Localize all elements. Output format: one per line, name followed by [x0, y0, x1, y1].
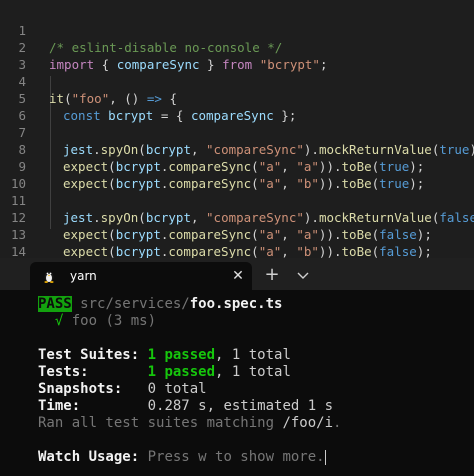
watch-usage-line[interactable]: Watch Usage: Press w to show more. [38, 449, 326, 466]
test-path-dir: src/services/ [80, 296, 190, 312]
code-line-1: 1 /* eslint-disable no-console */ [0, 5, 474, 55]
chevron-down-icon[interactable] [294, 266, 312, 284]
tests-label: Tests: [38, 364, 89, 380]
ran-text: Ran all test suites matching [38, 415, 283, 431]
watch-label: Watch Usage: [38, 449, 140, 465]
snapshots-value: 0 total [147, 381, 207, 397]
terminal-titlebar: yarn ✕ + [0, 258, 474, 290]
new-tab-button[interactable]: + [262, 265, 282, 285]
suites-passed: 1 passed [147, 347, 216, 363]
code-line-13: 13 expect(bcrypt.compareSync("a", "b")).… [0, 209, 474, 258]
snapshots-label: Snapshots: [38, 381, 123, 397]
code-line-4: 4 it("foo", () => { [0, 56, 474, 106]
summary-tests: Tests: 1 passed, 1 total [38, 364, 291, 381]
tests-total: , 1 total [215, 364, 291, 380]
summary-snapshots: Snapshots: 0 total [38, 381, 207, 398]
code-line-2: 2 import { compareSync } from "bcrypt"; [0, 22, 474, 72]
summary-suites: Test Suites: 1 passed, 1 total [38, 347, 291, 364]
code-line-12: 12 expect(bcrypt.compareSync("a", "a")).… [0, 192, 474, 242]
suites-total: , 1 total [215, 347, 291, 363]
time-label: Time: [38, 398, 81, 414]
tests-passed: 1 passed [147, 364, 216, 380]
ran-end: . [333, 415, 342, 431]
tab-title: yarn [70, 269, 97, 283]
test-result-header: PASS src/services/foo.spec.ts [38, 296, 282, 313]
code-line-6: 6 [0, 90, 474, 123]
tab-yarn[interactable]: yarn ✕ [30, 262, 252, 290]
code-line-15: 15 [0, 243, 474, 258]
summary-time: Time: 0.287 s, estimated 1 s [38, 398, 333, 415]
code-line-5: 5 const bcrypt = { compareSync }; [0, 73, 474, 123]
ran-pattern: /foo/i [282, 415, 334, 431]
suites-label: Test Suites: [38, 347, 140, 363]
time-value: 0.287 s, estimated 1 s [147, 398, 334, 414]
text-cursor [324, 449, 326, 465]
code-line-11: 11 jest.spyOn(bcrypt, "compareSync").moc… [0, 175, 474, 225]
code-line-8: 8 expect(bcrypt.compareSync("a", "a")).t… [0, 124, 474, 174]
close-tab-icon[interactable]: ✕ [229, 267, 247, 285]
code-line-10: 10 [0, 158, 474, 191]
test-case-time: (3 ms) [105, 313, 157, 329]
check-icon: √ [54, 313, 64, 329]
code-editor[interactable]: 1 /* eslint-disable no-console */ 2 impo… [0, 0, 474, 258]
pass-badge: PASS [38, 296, 72, 312]
code-line-3: 3 [0, 39, 474, 72]
terminal-window[interactable]: yarn ✕ + PASS src/services/foo.spec.ts √… [0, 258, 474, 476]
code-line-7: 7 jest.spyOn(bcrypt, "compareSync").mock… [0, 107, 474, 157]
test-case-line: √ foo (3 ms) [38, 313, 156, 330]
test-path-file: foo.spec.ts [189, 296, 283, 312]
linux-penguin-icon [44, 271, 54, 283]
watch-hint: Press w to show more. [147, 449, 325, 465]
test-case-name: foo [71, 313, 98, 329]
code-line-14: 14 }); [0, 226, 474, 258]
code-line-9: 9 expect(bcrypt.compareSync("a", "b")).t… [0, 141, 474, 191]
ran-all-line: Ran all test suites matching /foo/i. [38, 415, 341, 432]
